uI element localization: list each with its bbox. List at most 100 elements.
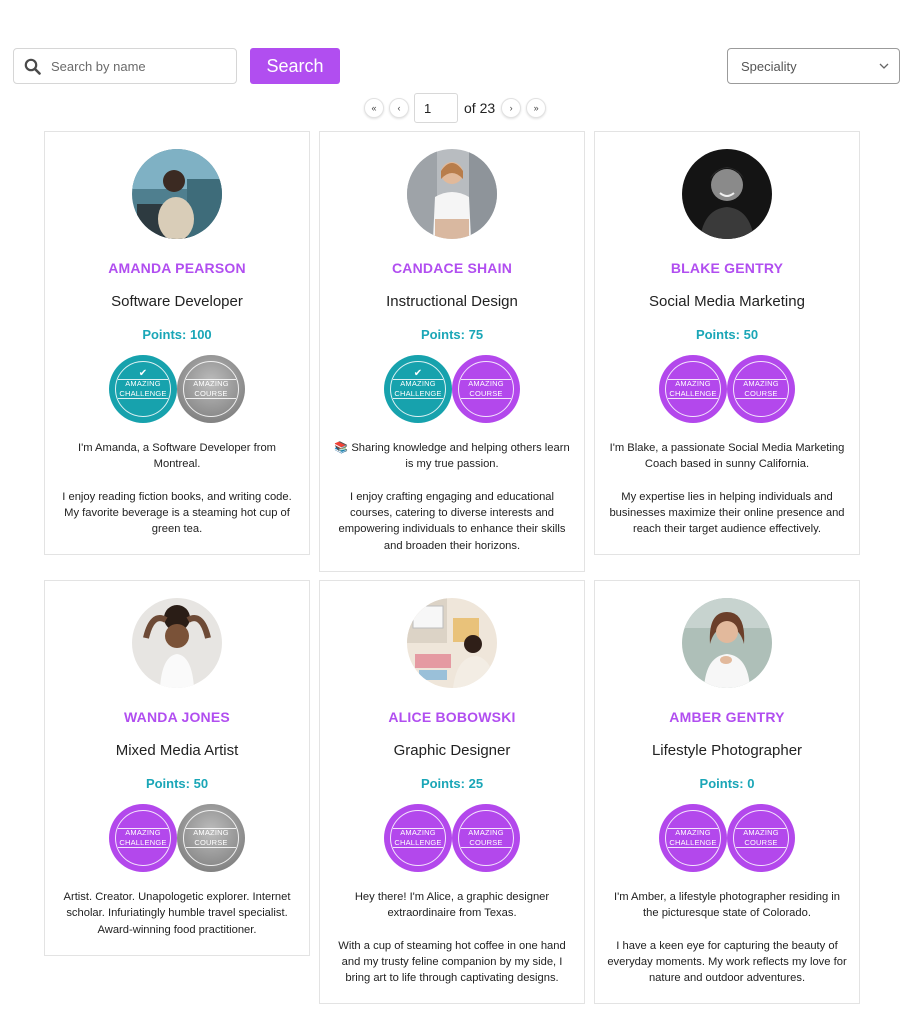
badge-group: AMAZING CHALLENGE AMAZING COURSE bbox=[659, 355, 797, 423]
bio-paragraph: Artist. Creator. Unapologetic explorer. … bbox=[63, 891, 291, 936]
profile-bio: Artist. Creator. Unapologetic explorer. … bbox=[57, 889, 297, 938]
badge-label: AMAZING bbox=[675, 828, 711, 837]
bio-paragraph: I'm Amber, a lifestyle photographer resi… bbox=[613, 891, 840, 920]
badge-label: AMAZING bbox=[125, 828, 161, 837]
badge-group: AMAZING CHALLENGE AMAZING COURSE bbox=[659, 804, 797, 872]
profile-bio: 📚 Sharing knowledge and helping others l… bbox=[332, 440, 572, 554]
profile-points: Points: 0 bbox=[699, 776, 755, 791]
page-total-label: of 23 bbox=[464, 100, 496, 116]
badge-label: AMAZING bbox=[193, 828, 229, 837]
profile-name: CANDACE SHAIN bbox=[391, 260, 513, 276]
badge-label: CHALLENGE bbox=[394, 838, 442, 847]
profile-card[interactable]: ALICE BOBOWSKI Graphic Designer Points: … bbox=[319, 580, 585, 1004]
bio-paragraph: 📚 Sharing knowledge and helping others l… bbox=[334, 442, 570, 471]
bio-paragraph: I'm Amanda, a Software Developer from Mo… bbox=[77, 442, 276, 471]
badge-label: CHALLENGE bbox=[394, 389, 442, 398]
checkmark-icon: ✔ bbox=[138, 368, 148, 379]
bio-paragraph: With a cup of steaming hot coffee in one… bbox=[338, 939, 566, 985]
checkmark-icon: ✔ bbox=[413, 368, 423, 379]
avatar bbox=[132, 149, 222, 239]
challenge-badge: AMAZING CHALLENGE bbox=[109, 804, 177, 872]
avatar bbox=[132, 598, 222, 688]
course-badge: AMAZING COURSE bbox=[727, 355, 795, 423]
profile-points: Points: 100 bbox=[142, 327, 212, 342]
avatar bbox=[407, 149, 497, 239]
badge-label: COURSE bbox=[194, 838, 228, 847]
profile-points: Points: 50 bbox=[695, 327, 759, 342]
course-badge: AMAZING COURSE bbox=[177, 804, 245, 872]
profile-bio: I'm Amanda, a Software Developer from Mo… bbox=[57, 440, 297, 538]
search-button[interactable]: Search bbox=[250, 48, 340, 84]
challenge-badge: AMAZING CHALLENGE bbox=[659, 355, 727, 423]
profile-card[interactable]: WANDA JONES Mixed Media Artist Points: 5… bbox=[44, 580, 310, 956]
search-field[interactable] bbox=[13, 48, 237, 84]
profile-card[interactable]: BLAKE GENTRY Social Media Marketing Poin… bbox=[594, 131, 860, 555]
challenge-badge: AMAZING CHALLENGE bbox=[384, 804, 452, 872]
bio-paragraph: I enjoy crafting engaging and educationa… bbox=[338, 490, 566, 552]
profile-card[interactable]: CANDACE SHAIN Instructional Design Point… bbox=[319, 131, 585, 572]
profile-name: AMANDA PEARSON bbox=[108, 260, 246, 276]
speciality-select[interactable]: Speciality bbox=[727, 48, 900, 84]
profile-bio: I'm Amber, a lifestyle photographer resi… bbox=[607, 889, 847, 987]
search-input[interactable] bbox=[47, 49, 227, 83]
profile-name: ALICE BOBOWSKI bbox=[388, 709, 516, 725]
badge-label: AMAZING bbox=[400, 379, 436, 388]
bio-paragraph: I'm Blake, a passionate Social Media Mar… bbox=[609, 442, 845, 471]
badge-group: ✔ AMAZING CHALLENGE AMAZING COURSE bbox=[109, 355, 247, 423]
profile-title: Social Media Marketing bbox=[649, 293, 805, 310]
badge-group: AMAZING CHALLENGE AMAZING COURSE bbox=[384, 804, 522, 872]
profile-card[interactable]: AMBER GENTRY Lifestyle Photographer Poin… bbox=[594, 580, 860, 1004]
badge-group: ✔ AMAZING CHALLENGE AMAZING COURSE bbox=[384, 355, 522, 423]
profile-bio: I'm Blake, a passionate Social Media Mar… bbox=[607, 440, 847, 538]
bio-paragraph: I have a keen eye for capturing the beau… bbox=[607, 939, 847, 985]
badge-label: AMAZING bbox=[193, 379, 229, 388]
course-badge: AMAZING COURSE bbox=[452, 355, 520, 423]
challenge-badge: ✔ AMAZING CHALLENGE bbox=[109, 355, 177, 423]
course-badge: AMAZING COURSE bbox=[452, 804, 520, 872]
profile-points: Points: 25 bbox=[420, 776, 484, 791]
avatar bbox=[682, 598, 772, 688]
profile-title: Software Developer bbox=[111, 293, 243, 310]
profile-name: BLAKE GENTRY bbox=[670, 260, 784, 276]
bio-paragraph: I enjoy reading fiction books, and writi… bbox=[62, 490, 292, 536]
badge-label: COURSE bbox=[469, 389, 503, 398]
badge-label: COURSE bbox=[744, 389, 778, 398]
badge-label: COURSE bbox=[744, 838, 778, 847]
last-page-button[interactable]: » bbox=[526, 98, 547, 118]
badge-label: CHALLENGE bbox=[669, 389, 717, 398]
badge-label: AMAZING bbox=[125, 379, 161, 388]
first-page-button[interactable]: « bbox=[364, 98, 384, 118]
badge-label: AMAZING bbox=[675, 379, 711, 388]
badge-group: AMAZING CHALLENGE AMAZING COURSE bbox=[109, 804, 247, 872]
badge-label: COURSE bbox=[469, 838, 503, 847]
profile-points: Points: 50 bbox=[145, 776, 209, 791]
avatar bbox=[682, 149, 772, 239]
avatar bbox=[407, 598, 497, 688]
profile-title: Graphic Designer bbox=[393, 742, 511, 759]
badge-label: CHALLENGE bbox=[669, 838, 717, 847]
badge-label: AMAZING bbox=[468, 828, 504, 837]
challenge-badge: ✔ AMAZING CHALLENGE bbox=[384, 355, 452, 423]
badge-label: COURSE bbox=[194, 389, 228, 398]
profile-title: Lifestyle Photographer bbox=[651, 742, 803, 759]
course-badge: AMAZING COURSE bbox=[177, 355, 245, 423]
prev-page-button[interactable]: ‹ bbox=[389, 98, 409, 118]
profile-card[interactable]: AMANDA PEARSON Software Developer Points… bbox=[44, 131, 310, 555]
next-page-button[interactable]: › bbox=[501, 98, 522, 118]
profile-title: Instructional Design bbox=[386, 293, 518, 310]
search-icon bbox=[23, 57, 41, 75]
profile-name: WANDA JONES bbox=[124, 709, 230, 725]
badge-label: AMAZING bbox=[743, 379, 779, 388]
bio-paragraph: My expertise lies in helping individuals… bbox=[609, 490, 845, 536]
challenge-badge: AMAZING CHALLENGE bbox=[659, 804, 727, 872]
page-number-input[interactable]: 1 bbox=[414, 93, 458, 123]
badge-label: AMAZING bbox=[743, 828, 779, 837]
badge-label: CHALLENGE bbox=[119, 838, 167, 847]
course-badge: AMAZING COURSE bbox=[727, 804, 795, 872]
profile-name: AMBER GENTRY bbox=[669, 709, 785, 725]
bio-paragraph: Hey there! I'm Alice, a graphic designer… bbox=[354, 891, 550, 920]
pagination: « ‹ 1 of 23 › » bbox=[364, 93, 551, 123]
chevron-down-icon bbox=[879, 61, 889, 72]
profile-title: Mixed Media Artist bbox=[115, 742, 239, 759]
badge-label: AMAZING bbox=[400, 828, 436, 837]
